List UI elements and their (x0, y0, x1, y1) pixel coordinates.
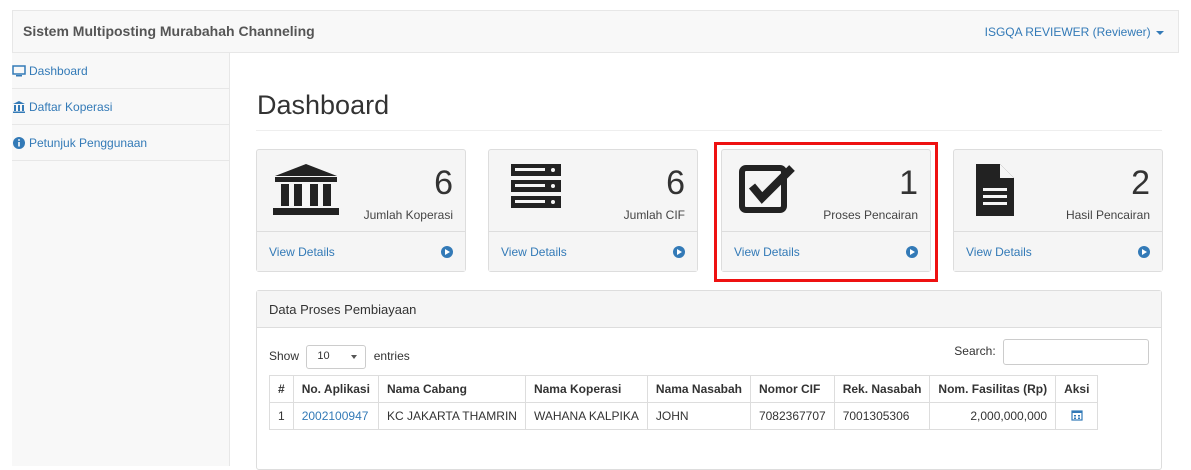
entries-length: Show 10 entries (269, 345, 410, 369)
user-menu-label: ISGQA REVIEWER (Reviewer) (984, 25, 1151, 39)
search-wrap: Search: (954, 339, 1149, 365)
card-label: Hasil Pencairan (1065, 208, 1150, 222)
cell-koperasi: WAHANA KALPIKA (524, 402, 648, 430)
view-details-link[interactable]: View Details (954, 231, 1162, 271)
arrow-circle-right-icon[interactable] (1138, 245, 1150, 258)
view-details-link[interactable]: View Details (257, 231, 465, 271)
view-details-link[interactable]: View Details (489, 231, 697, 271)
view-details-link[interactable]: View Details (722, 231, 930, 271)
entries-select[interactable]: 10 (306, 345, 367, 369)
sidebar-item-label[interactable]: Dashboard (29, 53, 88, 89)
sidebar-item-daftar-koperasi[interactable]: Daftar Koperasi (12, 89, 229, 125)
sidebar-item-label[interactable]: Daftar Koperasi (29, 89, 112, 125)
card-hasil-pencairan: 2 Hasil Pencairan View Details (953, 149, 1163, 272)
monitor-icon (12, 64, 26, 76)
bank-icon (273, 164, 339, 215)
cell-cif: 7082367707 (749, 402, 835, 430)
table-header-row: # No. Aplikasi Nama Cabang Nama Koperasi… (269, 375, 1099, 403)
card-value: 2 (1131, 164, 1150, 202)
table-controls: Show 10 entries Search: (269, 337, 1149, 369)
card-label: Jumlah CIF (623, 208, 685, 222)
column-header[interactable]: Nama Cabang (377, 375, 526, 403)
table-row: 1 2002100947 KC JAKARTA THAMRIN WAHANA K… (269, 402, 1099, 430)
search-input[interactable] (1003, 339, 1149, 365)
column-header[interactable]: Nama Koperasi (524, 375, 648, 403)
column-header[interactable]: No. Aplikasi (292, 375, 379, 403)
aplikasi-link[interactable]: 2002100947 (302, 409, 369, 423)
server-icon (511, 164, 561, 208)
view-details-label[interactable]: View Details (269, 245, 335, 259)
cell-aksi[interactable] (1055, 402, 1099, 430)
card-label: Proses Pencairan (823, 208, 918, 222)
cell-cabang: KC JAKARTA THAMRIN (377, 402, 526, 430)
calendar-icon[interactable] (1071, 409, 1083, 421)
bank-icon (13, 100, 25, 113)
column-header[interactable]: Nom. Fasilitas (Rp) (929, 375, 1057, 403)
cell-no: 1 (269, 402, 294, 430)
card-value: 6 (666, 164, 685, 202)
cell-rekening: 7001305306 (833, 402, 931, 430)
sidebar-item-dashboard[interactable]: Dashboard (12, 53, 229, 89)
card-jumlah-koperasi: 6 Jumlah Koperasi View Details (256, 149, 466, 272)
cell-fasilitas: 2,000,000,000 (929, 402, 1057, 430)
card-value: 6 (434, 164, 453, 202)
card-label: Jumlah Koperasi (363, 208, 453, 222)
cell-nasabah: JOHN (646, 402, 751, 430)
entries-select-value: 10 (317, 350, 330, 362)
cell-aplikasi[interactable]: 2002100947 (292, 402, 379, 430)
panel-heading: Data Proses Pembiayaan (257, 291, 1161, 328)
search-label: Search: (954, 344, 996, 359)
card-jumlah-cif: 6 Jumlah CIF View Details (488, 149, 698, 272)
title-divider (256, 130, 1162, 131)
column-header[interactable]: Nomor CIF (749, 375, 835, 403)
data-table: # No. Aplikasi Nama Cabang Nama Koperasi… (269, 375, 1099, 430)
page-title: Dashboard (257, 90, 390, 120)
view-details-label[interactable]: View Details (501, 245, 567, 259)
sidebar: Dashboard Daftar Koperasi Petunjuk Pengg… (12, 53, 230, 466)
view-details-label[interactable]: View Details (734, 245, 800, 259)
app-brand[interactable]: Sistem Multiposting Murabahah Channeling (23, 23, 315, 39)
arrow-circle-right-icon[interactable] (906, 245, 918, 258)
top-navbar: Sistem Multiposting Murabahah Channeling… (12, 10, 1179, 53)
column-header[interactable]: Rek. Nasabah (833, 375, 931, 403)
checkbox-icon (739, 165, 795, 213)
user-menu[interactable]: ISGQA REVIEWER (Reviewer) (985, 25, 1164, 39)
document-icon (976, 164, 1014, 216)
view-details-label[interactable]: View Details (966, 245, 1032, 259)
column-header[interactable]: Nama Nasabah (646, 375, 751, 403)
info-icon (13, 136, 25, 149)
sidebar-item-label[interactable]: Petunjuk Penggunaan (29, 125, 147, 161)
dropdown-arrow-icon (351, 355, 358, 359)
card-proses-pencairan: 1 Proses Pencairan View Details (721, 149, 931, 272)
column-header[interactable]: Aksi (1055, 375, 1099, 403)
entries-label: entries (373, 349, 410, 364)
card-value: 1 (899, 164, 918, 202)
column-header[interactable]: # (269, 375, 294, 403)
caret-down-icon (1156, 30, 1164, 35)
arrow-circle-right-icon[interactable] (673, 245, 685, 258)
arrow-circle-right-icon[interactable] (441, 245, 453, 258)
data-proses-panel: Data Proses Pembiayaan Show 10 entries S… (256, 290, 1162, 470)
show-label: Show (269, 349, 300, 364)
sidebar-item-petunjuk[interactable]: Petunjuk Penggunaan (12, 125, 229, 161)
